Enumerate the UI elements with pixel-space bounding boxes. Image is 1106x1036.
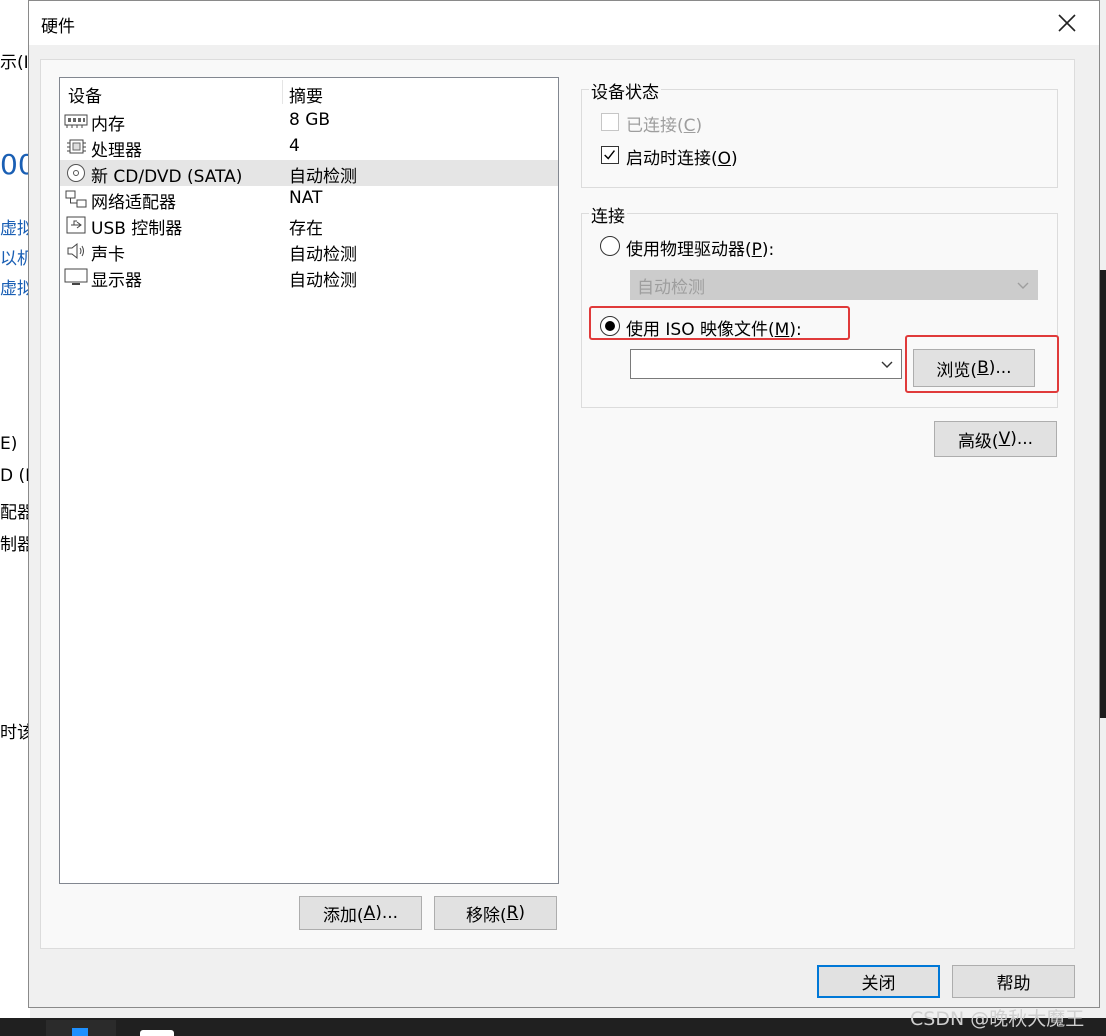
physical-drive-select[interactable]: 自动检测 (630, 270, 1038, 300)
speaker-icon (67, 242, 84, 260)
help-button[interactable]: 帮助 (952, 965, 1075, 998)
device-list[interactable]: 设备 摘要 内存 8 GB 处理器 4 新 CD/DVD (SATA) 自动检测… (59, 77, 559, 884)
cpu-icon (67, 139, 86, 154)
device-name: USB 控制器 (91, 219, 183, 239)
background-text: E) (0, 434, 18, 454)
column-header-summary[interactable]: 摘要 (289, 82, 323, 107)
device-row-cd-dvd[interactable]: 新 CD/DVD (SATA) 自动检测 (60, 160, 558, 187)
device-summary: 自动检测 (289, 245, 357, 265)
usb-icon (66, 216, 86, 234)
device-row-display[interactable]: 显示器 自动检测 (60, 264, 558, 291)
device-name: 内存 (91, 115, 125, 135)
device-list-header: 设备 摘要 (60, 78, 558, 107)
device-summary: NAT (289, 188, 323, 208)
background-text: 配器 (0, 503, 30, 523)
background-menu-text: 示(I) (0, 53, 30, 73)
background-link[interactable]: 以机设 (0, 244, 30, 269)
cd-dvd-icon (67, 164, 85, 182)
background-heading: 00 (0, 148, 30, 181)
device-name: 新 CD/DVD (SATA) (91, 167, 243, 187)
device-summary: 4 (289, 136, 300, 156)
close-button[interactable]: 关闭 (817, 965, 940, 998)
device-summary: 8 GB (289, 110, 331, 130)
device-status-group (581, 89, 1058, 188)
physical-drive-label: 使用物理驱动器(P): (626, 240, 775, 260)
background-text: D (ID (0, 466, 30, 486)
chevron-down-icon (1017, 282, 1029, 289)
watermark: CSDN @晚秋大魔王 (910, 1008, 1085, 1030)
title-bar: 硬件 (29, 1, 1099, 45)
close-icon[interactable] (1055, 11, 1079, 35)
device-summary: 自动检测 (289, 167, 357, 187)
connect-at-power-on-checkbox[interactable] (601, 146, 619, 164)
chevron-down-icon[interactable] (881, 359, 893, 369)
connected-label: 已连接(C) (626, 116, 703, 136)
monitor-icon (64, 268, 88, 285)
device-name: 处理器 (91, 141, 142, 161)
device-row-processor[interactable]: 处理器 4 (60, 134, 558, 161)
connected-checkbox[interactable] (601, 113, 619, 131)
column-header-device[interactable]: 设备 (68, 82, 102, 107)
device-row-network-adapter[interactable]: 网络适配器 NAT (60, 186, 558, 213)
dialog-title: 硬件 (41, 17, 75, 37)
taskbar-app-button[interactable] (140, 1030, 174, 1036)
browse-button[interactable]: 浏览(B)... (913, 349, 1035, 387)
device-summary: 存在 (289, 219, 323, 239)
memory-icon (64, 114, 88, 128)
iso-path-combobox[interactable] (630, 349, 902, 379)
background-text: 时该 (0, 723, 30, 743)
background-link[interactable]: 虚拟机 (0, 274, 30, 299)
remove-device-button[interactable]: 移除(R) (434, 896, 557, 930)
device-row-usb-controller[interactable]: USB 控制器 存在 (60, 212, 558, 239)
taskbar-app-button[interactable] (46, 1020, 116, 1036)
connect-at-power-on-label: 启动时连接(O) (626, 149, 738, 169)
network-adapter-icon (65, 190, 87, 208)
device-row-memory[interactable]: 内存 8 GB (60, 108, 558, 135)
device-summary: 自动检测 (289, 271, 357, 291)
iso-image-label: 使用 ISO 映像文件(M): (626, 320, 802, 340)
advanced-button[interactable]: 高级(V)... (934, 421, 1057, 457)
device-status-label: 设备状态 (589, 78, 661, 103)
background-app-panel: 示(I) 00 虚拟机 以机设 虚拟机 E) D (ID 配器 制器 时该 (0, 0, 30, 1036)
checkmark-icon (604, 150, 616, 160)
connection-label: 连接 (589, 202, 627, 227)
device-name: 网络适配器 (91, 193, 176, 213)
physical-drive-radio[interactable] (600, 236, 620, 256)
hardware-dialog: 硬件 设备 摘要 内存 8 GB 处理器 4 新 CD/DVD (SATA) 自… (28, 0, 1100, 1008)
background-text: 制器 (0, 535, 30, 555)
iso-image-radio[interactable] (600, 316, 620, 336)
add-device-button[interactable]: 添加(A)... (299, 896, 422, 930)
background-link[interactable]: 虚拟机 (0, 214, 30, 239)
device-name: 显示器 (91, 271, 142, 291)
device-name: 声卡 (91, 245, 125, 265)
device-row-sound-card[interactable]: 声卡 自动检测 (60, 238, 558, 265)
